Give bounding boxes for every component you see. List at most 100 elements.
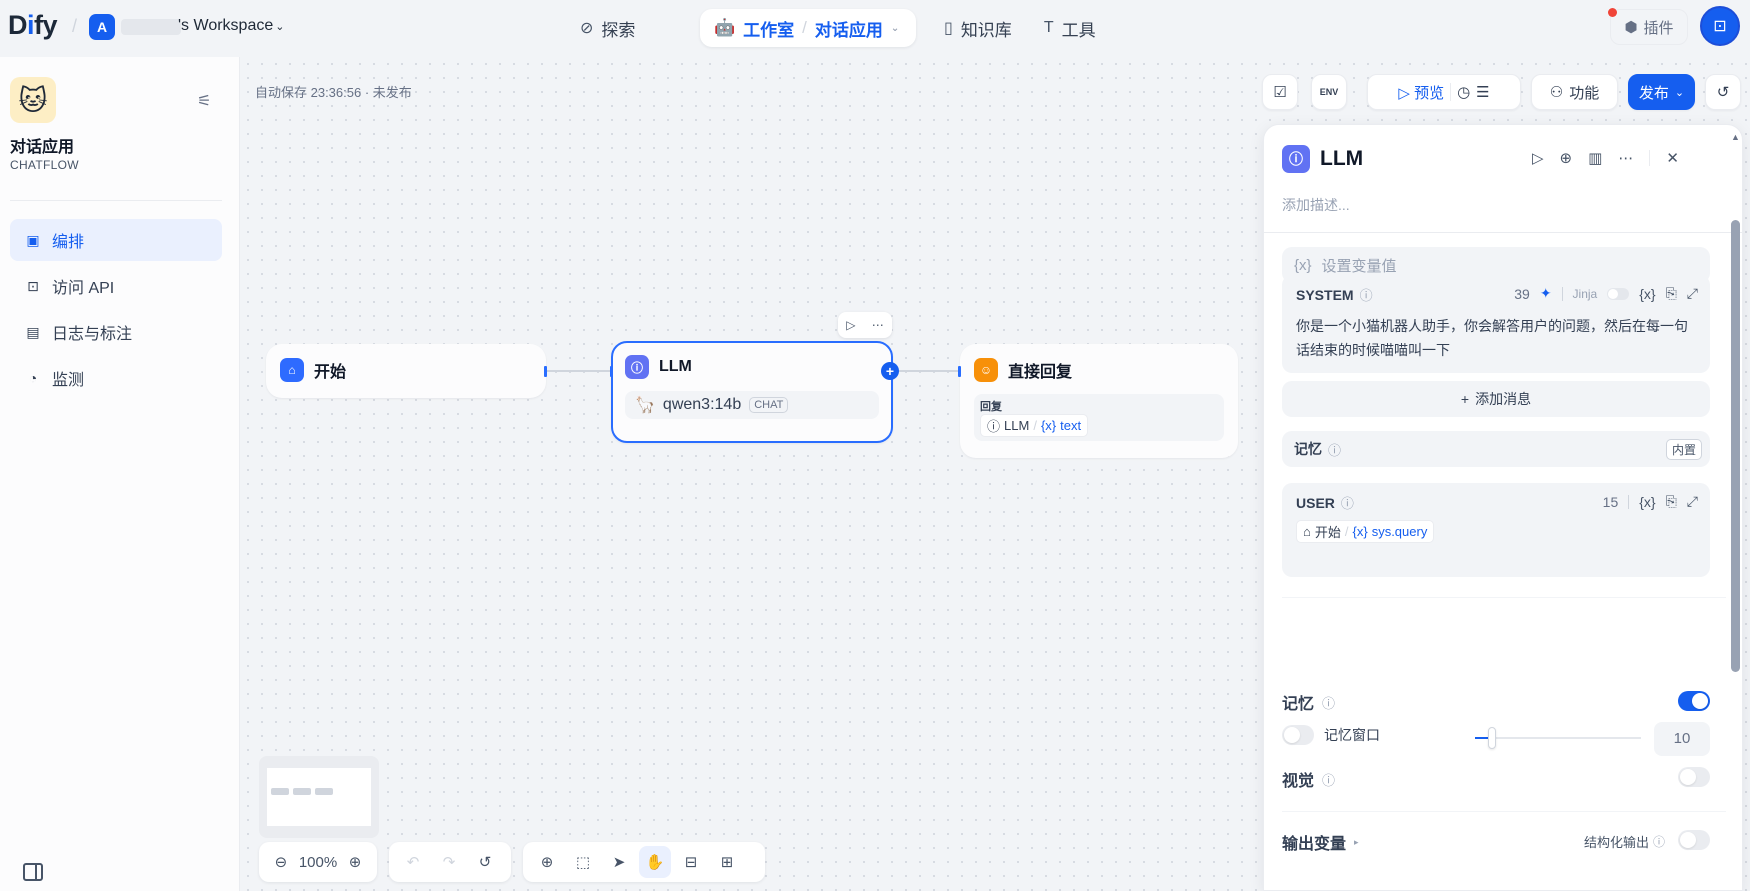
node-llm[interactable]: ⓘ LLM 🦙 qwen3:14b CHAT (611, 341, 893, 443)
vision-toggle[interactable] (1678, 767, 1710, 787)
features-button[interactable]: ⚇ 功能 (1531, 74, 1618, 110)
publish-button[interactable]: 发布 ⌄ (1628, 74, 1695, 110)
mode-badge: CHAT (749, 397, 789, 413)
panel-scrollbar[interactable] (1731, 220, 1740, 672)
add-message-button[interactable]: + 添加消息 (1282, 381, 1710, 417)
structured-output-toggle[interactable] (1678, 830, 1710, 850)
chevron-down-icon[interactable]: ⌄ (891, 23, 899, 34)
run-history-icon[interactable]: ◷ (1457, 83, 1470, 101)
output-variables-toggle[interactable]: 输出变量 ▸ (1282, 830, 1359, 854)
log-icon: ▤ (26, 323, 40, 340)
zoom-out-icon[interactable]: ⊖ (267, 846, 295, 878)
chevron-down-icon: ⌄ (275, 21, 285, 33)
organize-icon[interactable]: ⊞ (711, 846, 743, 878)
split-view-icon[interactable]: ▥ (1588, 149, 1602, 167)
memory-window-slider[interactable] (1475, 727, 1641, 749)
add-note-icon[interactable]: ⬚ (567, 846, 599, 878)
dify-logo[interactable]: Dify (8, 10, 58, 41)
expand-icon[interactable]: ⤢ (1687, 493, 1698, 510)
nav-explore[interactable]: ⊘ 探索 (568, 9, 647, 47)
variable-icon[interactable]: {x} (1639, 494, 1655, 510)
checklist-button[interactable]: ☑ (1262, 74, 1298, 110)
app-switcher[interactable]: 对话应用 (815, 16, 883, 41)
plugins-button[interactable]: ⬢ 插件 (1610, 9, 1688, 45)
minimap[interactable] (259, 756, 379, 838)
copy-icon[interactable]: ⎘ (1666, 493, 1677, 510)
help-icon: ⓘ (1328, 442, 1342, 458)
memory-window-toggle[interactable] (1282, 725, 1314, 745)
memory-toggle[interactable] (1678, 691, 1710, 711)
gauge-icon: ◔ (28, 370, 38, 386)
more-icon[interactable]: ⋯ (872, 318, 884, 332)
pointer-icon[interactable]: ➤ (603, 846, 635, 878)
variable-icon[interactable]: {x} (1639, 286, 1655, 302)
undo-icon[interactable]: ↶ (397, 846, 429, 878)
chevron-down-icon: ⌄ (1674, 86, 1685, 99)
preview-group: ▷ 预览 ◷ ☰ (1367, 74, 1521, 110)
main-nav: ⊘ 探索 (568, 9, 647, 47)
start-output-handle[interactable] (544, 366, 547, 377)
llm-icon: ⓘ (987, 419, 1001, 434)
sidebar-item-orchestrate[interactable]: ▣ 编排 (10, 219, 222, 261)
export-image-icon[interactable]: ⊟ (675, 846, 707, 878)
env-button[interactable]: ENV (1311, 74, 1347, 110)
close-icon[interactable]: ✕ (1666, 149, 1679, 167)
scroll-up-arrow[interactable]: ▲ (1731, 132, 1740, 142)
run-node-icon[interactable]: ▷ (846, 318, 855, 332)
sparkle-icon[interactable]: ✦ (1540, 285, 1552, 302)
sidebar-item-monitor[interactable]: ◔ 监测 (10, 357, 222, 399)
user-prompt-box[interactable]: USER ⓘ 15 {x} ⎘ ⤢ ⌂ 开始 / {x} sys.query (1282, 483, 1710, 577)
zoom-in-icon[interactable]: ⊕ (341, 846, 369, 878)
jinja-toggle[interactable] (1607, 287, 1630, 300)
nav-knowledge[interactable]: ▯ 知识库 (932, 9, 1024, 47)
node-start[interactable]: ⌂ 开始 (266, 344, 546, 398)
add-next-node-button[interactable]: + (881, 362, 899, 380)
node-answer[interactable]: ☺ 直接回复 回复 ⓘ LLM / {x} text (960, 344, 1238, 458)
settings-sliders-icon[interactable]: ⚟ (197, 91, 211, 111)
caret-right-icon: ▸ (1354, 836, 1359, 847)
description-input[interactable]: 添加描述... (1282, 195, 1350, 215)
copy-icon[interactable]: ⎘ (1666, 285, 1677, 302)
history-icon[interactable]: ↺ (469, 846, 501, 878)
llm-input-handle[interactable] (610, 366, 613, 377)
node-config-panel: ⓘ LLM ▷ ⊕ ▥ ⋯ ✕ 添加描述... {x} 设置变量值 SYSTEM ⓘ… (1263, 124, 1743, 891)
version-history-button[interactable]: ↺ (1705, 74, 1741, 110)
help-icon: ⓘ (1322, 695, 1336, 711)
canvas-tools: ⊕ ⬚ ➤ ✋ ⊟ ⊞ (523, 842, 765, 882)
run-icon[interactable]: ▷ (1532, 149, 1544, 167)
preview-button[interactable]: ▷ 预览 (1398, 82, 1444, 103)
workspace-selector[interactable]: 's Workspace ⌄ (178, 17, 284, 35)
redo-icon[interactable]: ↷ (433, 846, 465, 878)
nav-studio[interactable]: 🤖 工作室 / 对话应用 ⌄ (700, 9, 916, 47)
system-prompt-box[interactable]: SYSTEM ⓘ 39 ✦ Jinja {x} ⎘ ⤢ 你是一个小猫机器人助手，你… (1282, 275, 1710, 373)
memory-settings-row: 记忆 ⓘ 内置 (1282, 431, 1710, 467)
panel-title[interactable]: LLM (1320, 147, 1363, 171)
sidebar-item-logs[interactable]: ▤ 日志与标注 (10, 311, 222, 353)
checklist-icon[interactable]: ☰ (1476, 83, 1489, 101)
zoom-controls: ⊖ 100% ⊕ (259, 842, 377, 882)
compass-icon: ⊘ (580, 20, 594, 37)
user-avatar[interactable]: ⊡ (1700, 6, 1740, 46)
expand-icon[interactable]: ⤢ (1687, 285, 1698, 302)
model-selector[interactable]: 🦙 qwen3:14b CHAT (625, 391, 879, 419)
system-prompt-tools: 39 ✦ Jinja {x} ⎘ ⤢ (1514, 285, 1698, 302)
slider-thumb[interactable] (1487, 727, 1496, 749)
memory-window-input[interactable]: 10 (1654, 722, 1710, 756)
answer-input-handle[interactable] (958, 366, 961, 377)
system-prompt-text[interactable]: 你是一个小猫机器人助手，你会解答用户的问题，然后在每一句话结束的时候喵喵叫一下 (1296, 314, 1696, 362)
edge-llm-answer (898, 370, 960, 372)
terminal-icon: ⊡ (27, 277, 39, 294)
add-node-icon[interactable]: ⊕ (531, 846, 563, 878)
more-icon[interactable]: ⋯ (1618, 149, 1633, 167)
collapse-sidebar-icon[interactable] (23, 863, 43, 881)
variable-icon: {x} (1294, 256, 1312, 274)
workspace-avatar[interactable]: A (89, 14, 115, 40)
memory-window-row: 记忆窗口 (1282, 725, 1380, 745)
nav-tools[interactable]: T 工具 (1032, 9, 1108, 47)
zoom-level[interactable]: 100% (299, 854, 337, 871)
panel-header: ⓘ LLM (1282, 145, 1363, 173)
features-icon: ⚇ (1549, 84, 1564, 101)
crosshair-icon[interactable]: ⊕ (1560, 149, 1573, 167)
sidebar-item-api[interactable]: ⊡ 访问 API (10, 265, 222, 307)
hand-icon[interactable]: ✋ (639, 846, 671, 878)
